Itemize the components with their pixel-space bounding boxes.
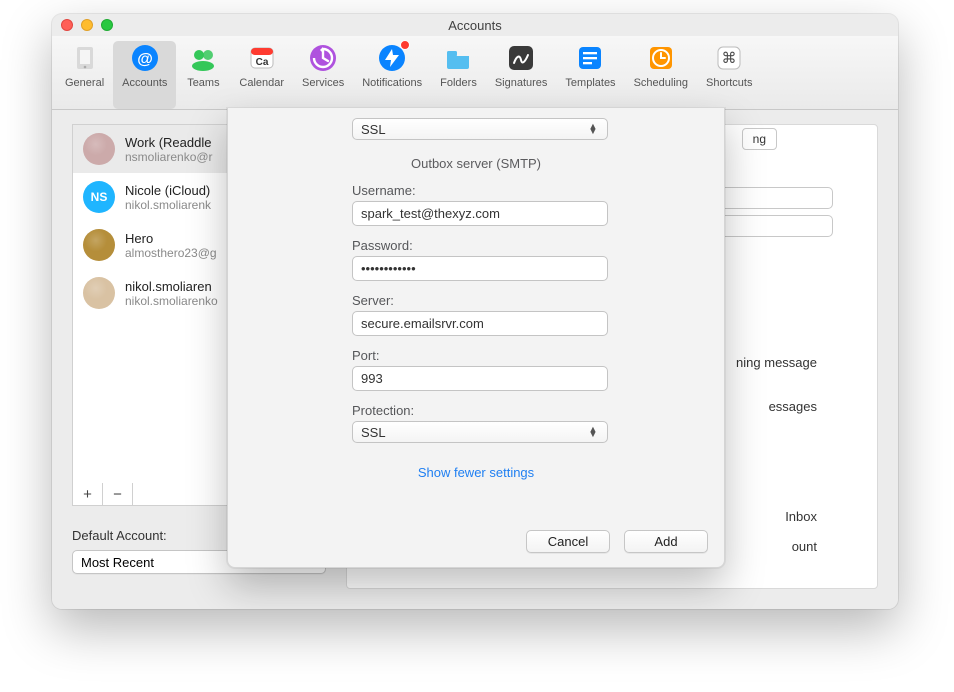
remove-account-button[interactable]: − [103, 483, 133, 505]
zoom-button[interactable] [101, 19, 113, 31]
port-label: Port: [352, 348, 608, 363]
panel-chip[interactable]: ng [742, 128, 777, 150]
account-name: Work (Readdle [125, 135, 213, 150]
folders-icon [443, 43, 473, 73]
toolbar-tab-scheduling[interactable]: Scheduling [625, 41, 697, 109]
avatar-photo [83, 277, 115, 309]
toolbar-tab-label: Folders [440, 77, 477, 89]
content-area: Work (Readdlensmoliarenko@r NS Nicole (iCl… [52, 110, 898, 609]
panel-text-4: ount [792, 539, 817, 554]
calendar-icon: Ca [247, 43, 277, 73]
show-fewer-settings-link[interactable]: Show fewer settings [228, 465, 724, 480]
toolbar-tab-templates[interactable]: Templates [556, 41, 624, 109]
titlebar: Accounts [52, 14, 898, 36]
account-email: nikol.smoliarenko [125, 294, 218, 308]
window-title: Accounts [62, 18, 888, 33]
account-meta: Heroalmosthero23@g [125, 231, 217, 260]
avatar-initials: NS [83, 181, 115, 213]
port-input[interactable] [352, 366, 608, 391]
add-account-button[interactable]: + [73, 483, 103, 505]
account-email: nikol.smoliarenk [125, 198, 211, 212]
toolbar-tab-label: Services [302, 77, 344, 89]
default-account-label: Default Account: [72, 528, 167, 543]
panel-field-2[interactable] [713, 215, 833, 237]
svg-text:@: @ [137, 51, 153, 68]
protection-value: SSL [361, 425, 386, 440]
toolbar-tab-label: General [65, 77, 104, 89]
avatar-photo [83, 133, 115, 165]
toolbar-tab-label: Scheduling [634, 77, 688, 89]
toolbar-tab-notifications[interactable]: Notifications [353, 41, 431, 109]
add-button[interactable]: Add [624, 530, 708, 553]
account-meta: nikol.smoliarennikol.smoliarenko [125, 279, 218, 308]
panel-text-1: ning message [736, 355, 817, 370]
chevron-updown-icon [587, 427, 599, 437]
minimize-button[interactable] [81, 19, 93, 31]
shortcuts-icon: ⌘ [714, 43, 744, 73]
inbox-protection-value: SSL [361, 122, 386, 137]
toolbar-tab-label: Signatures [495, 77, 548, 89]
account-email: nsmoliarenko@r [125, 150, 213, 164]
toolbar-tab-accounts[interactable]: @ Accounts [113, 41, 176, 109]
toolbar-tab-signatures[interactable]: Signatures [486, 41, 557, 109]
chevron-updown-icon [587, 124, 599, 134]
teams-icon [188, 43, 218, 73]
inbox-protection-select[interactable]: SSL [352, 118, 608, 140]
server-label: Server: [352, 293, 608, 308]
toolbar-tab-label: Templates [565, 77, 615, 89]
toolbar-tab-folders[interactable]: Folders [431, 41, 486, 109]
toolbar-tab-calendar[interactable]: Ca Calendar [230, 41, 293, 109]
account-name: Nicole (iCloud) [125, 183, 211, 198]
panel-text-2: essages [769, 399, 817, 414]
account-meta: Nicole (iCloud)nikol.smoliarenk [125, 183, 211, 212]
services-icon [308, 43, 338, 73]
avatar-photo [83, 229, 115, 261]
default-account-value: Most Recent [81, 555, 154, 570]
notification-badge [400, 40, 410, 50]
toolbar-tab-shortcuts[interactable]: ⌘ Shortcuts [697, 41, 761, 109]
window-controls [61, 19, 113, 31]
toolbar-tab-services[interactable]: Services [293, 41, 353, 109]
account-meta: Work (Readdlensmoliarenko@r [125, 135, 213, 164]
account-name: Hero [125, 231, 217, 246]
account-name: nikol.smoliaren [125, 279, 218, 294]
protection-label: Protection: [352, 403, 608, 418]
preferences-toolbar: General @ Accounts Teams Ca Calendar Services N… [52, 36, 898, 110]
close-button[interactable] [61, 19, 73, 31]
account-email: almosthero23@g [125, 246, 217, 260]
svg-text:⌘: ⌘ [722, 50, 737, 67]
username-input[interactable] [352, 201, 608, 226]
password-input[interactable] [352, 256, 608, 281]
accounts-icon: @ [130, 43, 160, 73]
toolbar-tab-label: Accounts [122, 77, 167, 89]
scheduling-icon [646, 43, 676, 73]
toolbar-tab-teams[interactable]: Teams [176, 41, 230, 109]
username-label: Username: [352, 183, 608, 198]
protection-select[interactable]: SSL [352, 421, 608, 443]
general-icon [70, 43, 100, 73]
toolbar-tab-label: Teams [187, 77, 219, 89]
notifications-icon [377, 43, 407, 73]
toolbar-tab-label: Notifications [362, 77, 422, 89]
toolbar-tab-label: Shortcuts [706, 77, 752, 89]
server-input[interactable] [352, 311, 608, 336]
templates-icon [575, 43, 605, 73]
smtp-settings-sheet: SSL Outbox server (SMTP) Username: Passw… [227, 108, 725, 568]
smtp-section-header: Outbox server (SMTP) [228, 156, 724, 171]
password-label: Password: [352, 238, 608, 253]
panel-text-3: Inbox [785, 509, 817, 524]
cancel-button[interactable]: Cancel [526, 530, 610, 553]
panel-field-1[interactable] [713, 187, 833, 209]
preferences-window: Accounts General @ Accounts Teams Ca Calendar… [52, 14, 898, 609]
svg-text:Ca: Ca [255, 57, 268, 68]
toolbar-tab-general[interactable]: General [56, 41, 113, 109]
signatures-icon [506, 43, 536, 73]
toolbar-tab-label: Calendar [239, 77, 284, 89]
